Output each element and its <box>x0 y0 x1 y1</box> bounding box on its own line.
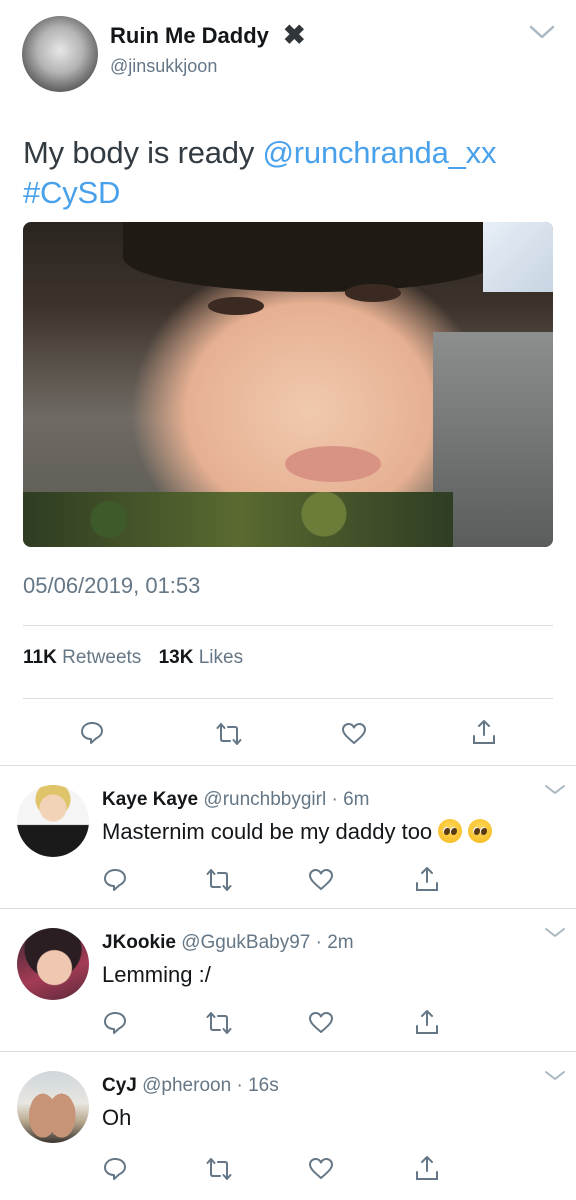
separator-dot: · <box>315 932 322 953</box>
tweet-text-lead: My body is ready <box>23 135 263 170</box>
reply-icon[interactable] <box>102 1010 128 1036</box>
reply-time: 16s <box>248 1075 279 1096</box>
reply-tweet[interactable]: JKookie @GgukBaby97 · 2m Lemming :/ <box>0 909 576 1052</box>
likes-label[interactable]: Likes <box>199 647 243 668</box>
reply-tweet[interactable]: CyJ @pheroon · 16s Oh <box>0 1052 576 1200</box>
reply-icon[interactable] <box>102 867 128 893</box>
photo-eye-right <box>345 284 401 302</box>
chevron-down-icon[interactable] <box>540 923 570 943</box>
reply-text-body: Lemming :/ <box>102 962 211 987</box>
tweet-stats: 11K Retweets 13K Likes <box>23 647 243 669</box>
reply-handle[interactable]: @runchbbygirl <box>203 789 326 810</box>
close-x-icon: ✖ <box>283 20 306 50</box>
tweet-photo[interactable] <box>23 222 553 547</box>
reply-icon[interactable] <box>102 1156 128 1182</box>
reply-author-name[interactable]: JKookie <box>102 932 176 953</box>
reply-handle[interactable]: @GgukBaby97 <box>181 932 310 953</box>
reply-author-name[interactable]: CyJ <box>102 1075 137 1096</box>
author-name[interactable]: Ruin Me Daddy <box>110 23 269 49</box>
divider <box>23 625 553 626</box>
reply-author-name[interactable]: Kaye Kaye <box>102 789 198 810</box>
reply-header: Kaye Kaye @runchbbygirl · 6m <box>102 789 370 811</box>
reply-icon[interactable] <box>79 720 105 746</box>
tweet-text: My body is ready @runchranda_xx #CySD <box>23 133 558 213</box>
retweet-icon[interactable] <box>206 867 232 893</box>
heart-icon[interactable] <box>308 1156 334 1182</box>
separator-dot: · <box>331 789 338 810</box>
divider <box>23 698 553 699</box>
heart-icon[interactable] <box>308 1010 334 1036</box>
share-icon[interactable] <box>414 865 440 891</box>
photo-hair <box>123 222 503 292</box>
retweets-count[interactable]: 11K <box>23 647 57 668</box>
tweet-timestamp: 05/06/2019, 01:53 <box>23 573 201 598</box>
heart-icon[interactable] <box>308 867 334 893</box>
share-icon[interactable] <box>471 718 497 744</box>
retweet-icon[interactable] <box>206 1010 232 1036</box>
reply-time: 6m <box>343 789 370 810</box>
share-icon[interactable] <box>414 1154 440 1180</box>
reply-text: Oh <box>102 1105 131 1131</box>
photo-shirt <box>23 492 453 547</box>
author-handle[interactable]: @jinsukkjoon <box>110 56 217 77</box>
author-avatar[interactable] <box>22 16 98 92</box>
reply-header: JKookie @GgukBaby97 · 2m <box>102 932 354 954</box>
reply-time: 2m <box>327 932 354 953</box>
chevron-down-icon[interactable] <box>527 22 557 42</box>
reply-avatar[interactable] <box>17 785 89 857</box>
pleading-face-emoji <box>468 819 493 843</box>
chevron-down-icon[interactable] <box>540 1066 570 1086</box>
reply-text-body: Oh <box>102 1105 132 1130</box>
reply-text-body: Masternim could be my daddy too <box>102 819 433 844</box>
hashtag-link[interactable]: #CySD <box>23 175 120 210</box>
photo-eye-left <box>208 297 264 315</box>
likes-count[interactable]: 13K <box>159 647 194 668</box>
mention-link[interactable]: @runchranda_xx <box>263 135 497 170</box>
retweet-icon[interactable] <box>206 1156 232 1182</box>
chevron-down-icon[interactable] <box>540 780 570 800</box>
reply-avatar[interactable] <box>17 1071 89 1143</box>
reply-tweet[interactable]: Kaye Kaye @runchbbygirl · 6m Masternim c… <box>0 766 576 909</box>
separator-dot: · <box>236 1075 243 1096</box>
share-icon[interactable] <box>414 1008 440 1034</box>
heart-icon[interactable] <box>341 721 367 747</box>
reply-handle[interactable]: @pheroon <box>142 1075 231 1096</box>
retweets-label[interactable]: Retweets <box>62 647 141 668</box>
reply-text: Lemming :/ <box>102 962 211 988</box>
main-tweet: Ruin Me Daddy ✖ @jinsukkjoon My body is … <box>0 0 576 766</box>
pleading-face-emoji <box>438 819 463 843</box>
retweet-icon[interactable] <box>216 721 242 747</box>
reply-header: CyJ @pheroon · 16s <box>102 1075 279 1097</box>
photo-window <box>483 222 553 292</box>
reply-text: Masternim could be my daddy too <box>102 819 493 845</box>
photo-lips <box>285 446 381 482</box>
reply-avatar[interactable] <box>17 928 89 1000</box>
